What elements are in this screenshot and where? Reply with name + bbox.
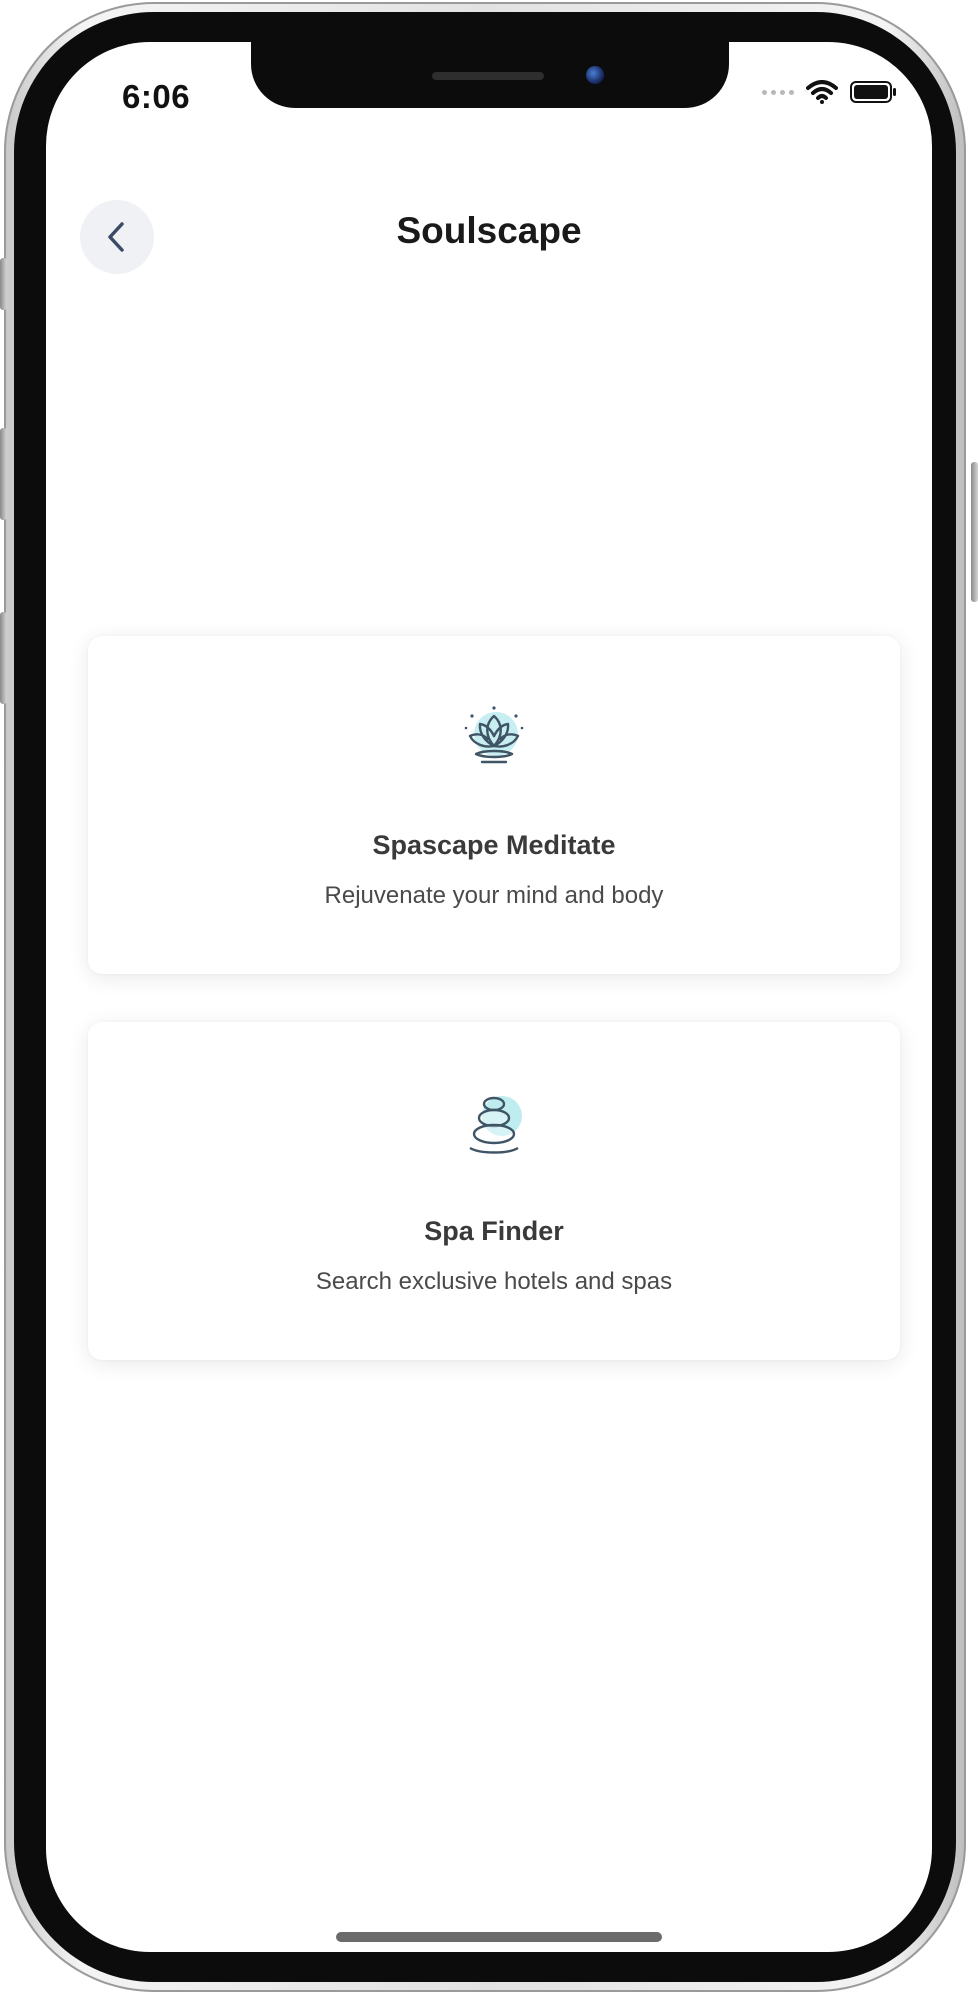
card-title: Spa Finder (424, 1216, 564, 1246)
card-title: Spascape Meditate (372, 830, 616, 860)
signal-dots-icon (762, 89, 794, 95)
front-camera (586, 66, 604, 84)
status-icons (762, 80, 898, 104)
battery-icon (850, 81, 896, 103)
card-subtitle: Search exclusive hotels and spas (315, 1268, 673, 1295)
status-time: 6:06 (122, 78, 191, 115)
device-mockup: 6:06 Soulscape Spascape Meditate Rejuven… (0, 0, 978, 1997)
app-header: Soulscape (46, 196, 932, 276)
notch (251, 42, 729, 108)
earpiece-speaker (432, 72, 544, 80)
mute-switch (0, 258, 7, 310)
wifi-icon (806, 80, 838, 104)
page-title: Soulscape (396, 210, 582, 251)
stacked-stones-icon (469, 1096, 522, 1154)
home-indicator[interactable] (336, 1932, 662, 1942)
spa-finder-card[interactable]: Spa Finder Search exclusive hotels and s… (88, 1022, 900, 1360)
volume-up-button (0, 428, 7, 520)
power-button (971, 462, 978, 602)
spascape-meditate-card[interactable]: Spascape Meditate Rejuvenate your mind a… (88, 636, 900, 974)
volume-down-button (0, 612, 7, 704)
card-subtitle: Rejuvenate your mind and body (324, 882, 664, 909)
lotus-icon (464, 706, 524, 764)
app-screen: 6:06 Soulscape Spascape Meditate Rejuven… (46, 42, 932, 1952)
